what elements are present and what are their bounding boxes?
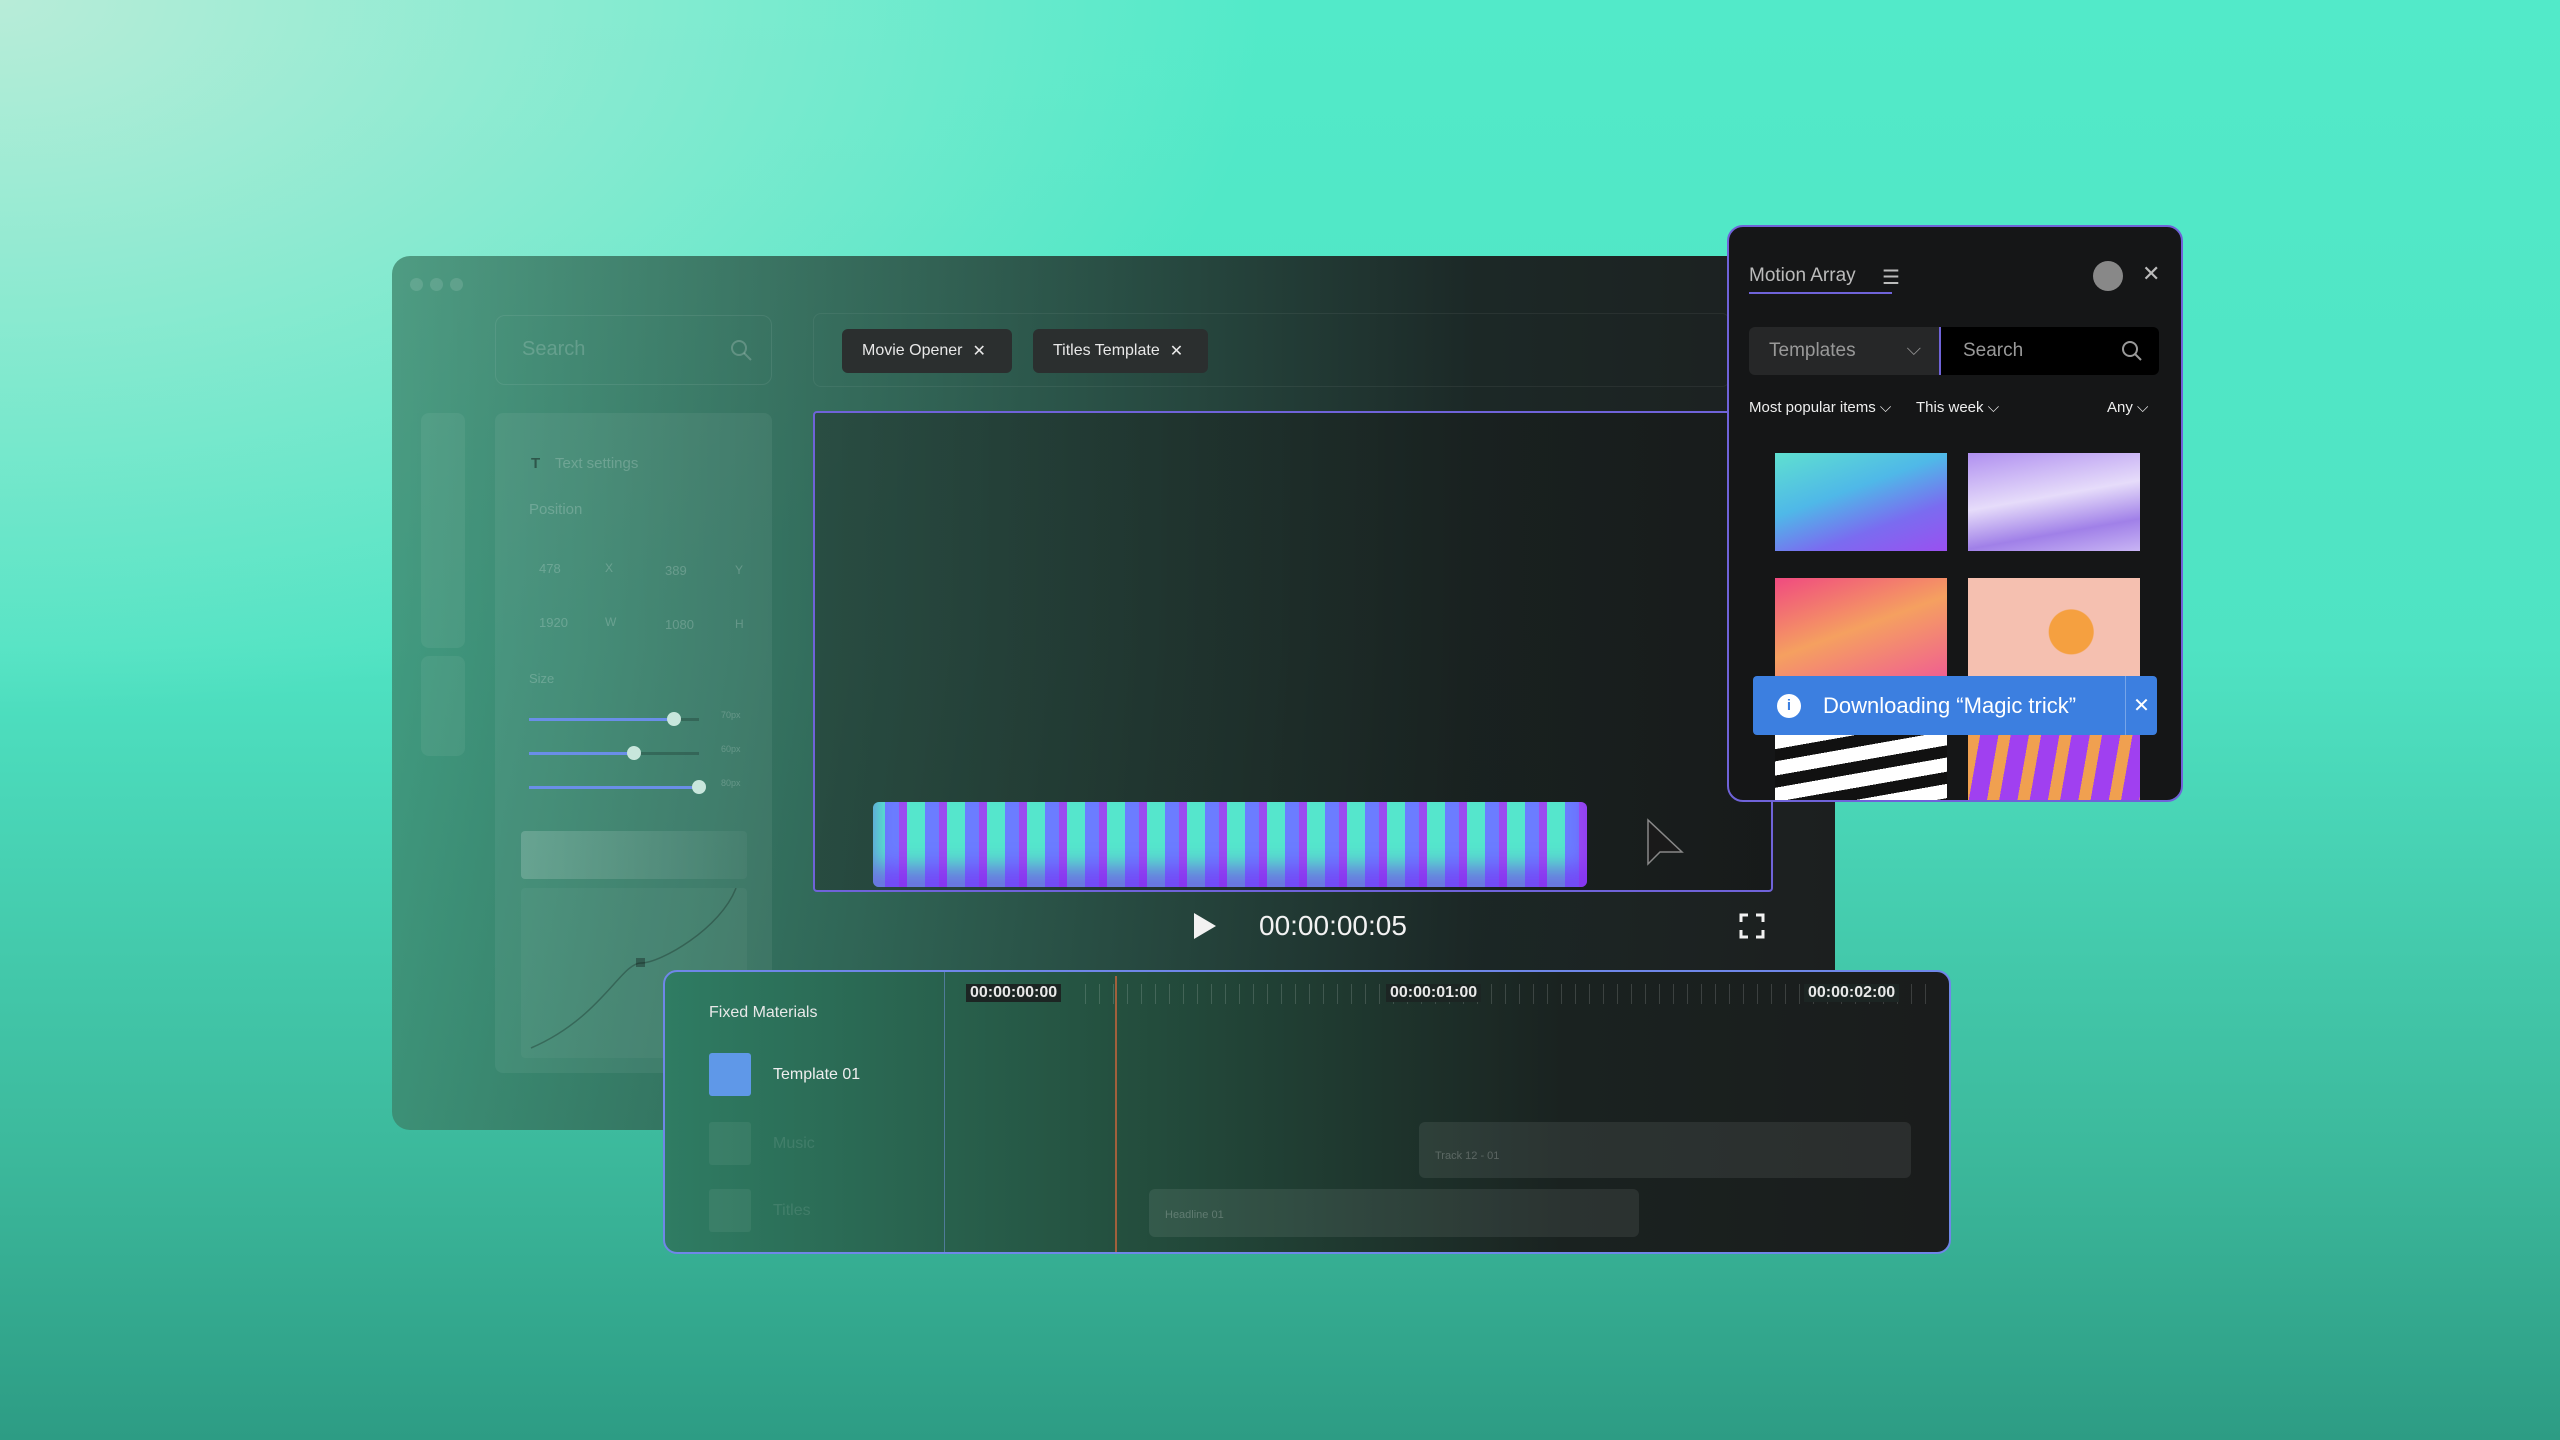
fixed-materials-header: Fixed Materials (709, 1004, 818, 1021)
size-slider[interactable] (529, 746, 699, 760)
slider-value: 80px (721, 778, 741, 788)
info-icon: i (1777, 693, 1801, 718)
title-clip[interactable]: Headline 01 (1149, 1189, 1639, 1237)
template-thumbnail[interactable] (1968, 453, 2140, 551)
period-filter[interactable]: This week ⌵ (1916, 399, 1999, 416)
text-icon: T (531, 455, 541, 472)
y-field[interactable]: 389 (665, 563, 687, 578)
template-thumbnail[interactable] (1775, 578, 1947, 676)
track-label[interactable]: Titles (773, 1202, 811, 1220)
template-thumbnail[interactable] (1775, 735, 1947, 800)
search-placeholder: Search (1963, 340, 2024, 361)
tab-titles-template[interactable]: Titles Template ✕ (1033, 329, 1208, 373)
w-field[interactable]: 1920 (539, 615, 568, 630)
motion-array-search-input[interactable]: Search (1941, 327, 2159, 375)
window-dot[interactable] (450, 278, 463, 291)
text-icon (709, 1189, 751, 1232)
template-thumbnail[interactable] (1775, 453, 1947, 551)
slider-value: 70px (721, 710, 741, 720)
tool-strip-secondary (421, 656, 465, 756)
slider-thumb[interactable] (627, 746, 642, 760)
timeline-panel: 00:00:00:00 00:00:01:00 00:00:02:00 Fixe… (663, 970, 1951, 1254)
download-toast: i Downloading “Magic trick” ✕ (1753, 676, 2157, 735)
template-thumbnail[interactable] (1968, 578, 2140, 676)
slider-value: 60px (721, 744, 741, 754)
filter-value: Most popular items (1749, 399, 1876, 416)
sort-filter[interactable]: Most popular items ⌵ (1749, 399, 1891, 416)
track-label[interactable]: Template 01 (773, 1066, 860, 1084)
account-icon[interactable] (2093, 261, 2123, 291)
tab-movie-opener[interactable]: Movie Opener ✕ (842, 329, 1012, 373)
track-label[interactable]: Music (773, 1135, 815, 1153)
chevron-down-icon: ⌵ (1879, 399, 1892, 416)
w-unit: W (605, 615, 617, 629)
tabs-bar: Movie Opener ✕ Titles Template ✕ (813, 313, 1730, 387)
ruler-label: 00:00:00:00 (966, 984, 1062, 1002)
window-dot[interactable] (410, 278, 423, 291)
close-icon[interactable]: ✕ (1170, 341, 1183, 361)
search-icon (2122, 341, 2142, 361)
h-field[interactable]: 1080 (665, 617, 694, 632)
x-field[interactable]: 478 (539, 561, 561, 576)
slider-fill (529, 752, 635, 755)
slider-fill (529, 786, 699, 789)
chevron-down-icon: ⌵ (1987, 399, 2000, 416)
panel-title: Motion Array (1749, 265, 1856, 286)
audio-clip[interactable]: Track 12 - 01 (1419, 1122, 1911, 1178)
close-icon[interactable]: ✕ (973, 341, 986, 361)
search-icon (731, 340, 752, 361)
play-icon[interactable] (1192, 912, 1218, 940)
filter-value: This week (1916, 399, 1984, 416)
tab-label: Titles Template (1053, 342, 1160, 359)
size-label: Size (529, 671, 555, 686)
playhead[interactable] (1115, 976, 1117, 1252)
y-unit: Y (735, 563, 744, 577)
menu-icon[interactable]: ☰ (1882, 265, 1900, 290)
h-unit: H (735, 617, 744, 631)
editor-search-input[interactable]: Search (495, 315, 772, 385)
category-value: Templates (1769, 340, 1856, 361)
template-thumbnail[interactable] (1968, 735, 2140, 800)
title-underline (1749, 292, 1892, 294)
x-unit: X (605, 561, 614, 575)
close-icon[interactable]: ✕ (2126, 693, 2157, 718)
window-dot[interactable] (430, 278, 443, 291)
video-filmstrip[interactable] (873, 802, 1587, 887)
close-icon[interactable]: ✕ (2142, 261, 2160, 287)
slider-thumb[interactable] (692, 780, 706, 794)
ruler-label: 00:00:01:00 (1386, 984, 1482, 1002)
chevron-down-icon: ⌵ (1906, 339, 1921, 360)
color-gradient-bar[interactable] (521, 831, 747, 879)
tab-label: Movie Opener (862, 342, 963, 359)
type-filter[interactable]: Any ⌵ (2107, 399, 2148, 416)
clip-label: Headline 01 (1165, 1209, 1224, 1221)
timecode: 00:00:00:05 (1259, 910, 1407, 941)
cursor-icon (1647, 818, 1684, 866)
text-settings-title: Text settings (555, 455, 639, 472)
audio-icon (709, 1122, 751, 1165)
chevron-down-icon: ⌵ (2137, 399, 2149, 416)
slider-thumb[interactable] (666, 712, 681, 726)
video-icon (709, 1053, 751, 1096)
timeline-divider (944, 972, 945, 1252)
filter-value: Any (2107, 399, 2133, 416)
size-slider[interactable] (529, 780, 706, 794)
search-placeholder: Search (522, 338, 586, 360)
category-dropdown[interactable]: Templates ⌵ (1749, 327, 1939, 375)
position-label: Position (529, 501, 583, 518)
clip-label: Track 12 - 01 (1435, 1150, 1500, 1162)
ruler-label: 00:00:02:00 (1804, 984, 1900, 1002)
size-slider[interactable] (529, 712, 699, 726)
slider-fill (529, 718, 674, 721)
toast-message: Downloading “Magic trick” (1823, 692, 2077, 718)
tool-strip (421, 413, 465, 648)
fullscreen-icon[interactable] (1739, 913, 1765, 939)
